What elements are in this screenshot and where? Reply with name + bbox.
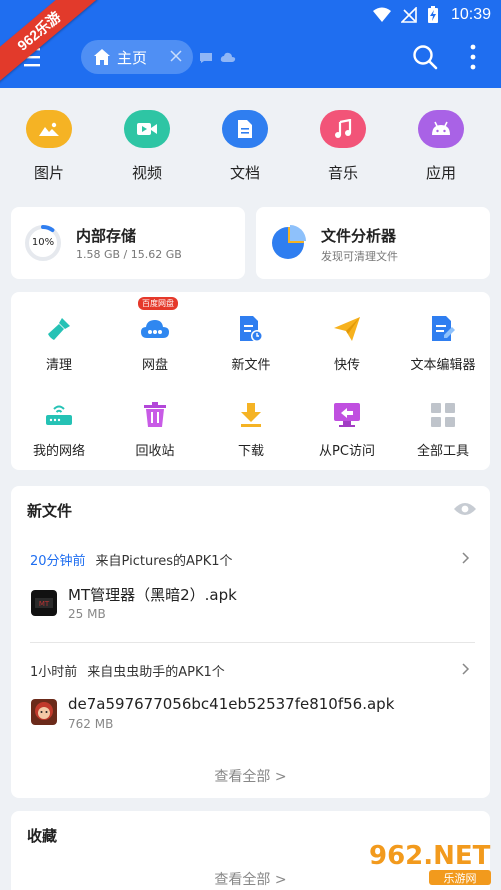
eye-icon[interactable] — [453, 501, 477, 517]
category-label: 图片 — [33, 164, 64, 182]
tool-download[interactable]: 下载 — [203, 400, 299, 459]
group-time: 20分钟前 — [30, 554, 86, 569]
new-file-icon — [236, 314, 266, 344]
download-icon — [236, 400, 266, 430]
close-icon[interactable] — [169, 49, 183, 63]
file-group-header[interactable]: 1小时前 来自虫虫助手的APK1个 — [30, 661, 225, 680]
pie-chart-icon — [272, 225, 306, 259]
image-icon — [26, 110, 72, 148]
tools-panel: 清理 网盘 百度网盘 新文件 快传 文本编辑器 我的网络 回收站 下载 从PC访… — [11, 292, 490, 470]
pc-access-icon — [332, 400, 362, 430]
view-all-new-files-link[interactable]: 查看全部 > — [11, 766, 490, 786]
file-name[interactable]: MT管理器（黑暗2）.apk — [68, 584, 237, 605]
cloud-drive-badge: 百度网盘 — [138, 297, 178, 310]
tool-label: 下载 — [237, 444, 264, 459]
file-group-header[interactable]: 20分钟前 来自Pictures的APK1个 — [30, 550, 233, 569]
android-icon — [418, 110, 464, 148]
tool-label: 从PC访问 — [319, 444, 375, 459]
search-icon[interactable] — [412, 44, 438, 70]
all-tools-icon — [428, 400, 458, 430]
category-label: 音乐 — [327, 164, 358, 182]
router-icon — [44, 400, 74, 430]
broom-icon — [44, 314, 74, 344]
watermark-sub: 乐游网 — [444, 872, 477, 885]
document-icon — [222, 110, 268, 148]
group-source: 来自Pictures的APK1个 — [95, 554, 233, 569]
tool-label: 快传 — [333, 358, 360, 373]
tool-label: 网盘 — [141, 358, 168, 373]
file-name[interactable]: de7a597677056bc41eb52537fe810f56.apk — [68, 695, 394, 713]
watermark-logo: 962.NET 乐游网 — [369, 841, 491, 885]
category-row: 图片 视频 文档 音乐 应用 — [0, 110, 501, 183]
send-icon — [332, 314, 362, 344]
tool-label: 回收站 — [135, 444, 175, 459]
apk-thumbnail — [31, 699, 57, 725]
signal-off-icon — [400, 7, 417, 23]
apk-thumbnail: MT — [31, 590, 57, 616]
chevron-right-icon[interactable] — [462, 663, 470, 675]
video-icon — [124, 110, 170, 148]
file-size: 25 MB — [68, 607, 106, 621]
tool-clean[interactable]: 清理 — [11, 314, 107, 373]
favorites-title: 收藏 — [27, 827, 58, 845]
tool-recycle-bin[interactable]: 回收站 — [107, 400, 203, 459]
divider — [30, 642, 475, 643]
storage-detail: 1.58 GB / 15.62 GB — [76, 248, 182, 261]
tool-text-editor[interactable]: 文本编辑器 — [395, 314, 491, 373]
tab-home-label: 主页 — [117, 48, 148, 67]
tool-cloud-drive[interactable]: 网盘 — [107, 314, 203, 373]
category-images[interactable]: 图片 — [0, 110, 98, 183]
tool-quick-send[interactable]: 快传 — [299, 314, 395, 373]
tool-my-network[interactable]: 我的网络 — [11, 400, 107, 459]
more-options-icon[interactable] — [468, 44, 478, 70]
group-source: 来自虫虫助手的APK1个 — [87, 665, 225, 680]
new-files-card: 新文件 20分钟前 来自Pictures的APK1个 MT MT管理器（黑暗2）.… — [11, 486, 490, 798]
category-label: 视频 — [131, 164, 162, 182]
trash-icon — [140, 400, 170, 430]
clock: 10:39 — [450, 6, 491, 23]
category-documents[interactable]: 文档 — [196, 110, 294, 183]
tool-label: 新文件 — [231, 358, 271, 373]
wifi-icon — [372, 7, 391, 22]
category-label: 文档 — [229, 164, 260, 182]
watermark-brand: 962.NET — [369, 841, 491, 871]
music-icon — [320, 110, 366, 148]
tool-label: 文本编辑器 — [410, 358, 476, 373]
cloud-drive-icon — [140, 314, 170, 344]
file-size: 762 MB — [68, 717, 114, 731]
tool-all-tools[interactable]: 全部工具 — [395, 400, 491, 459]
category-music[interactable]: 音乐 — [294, 110, 392, 183]
text-editor-icon — [428, 314, 458, 344]
tab-home[interactable]: 主页 — [81, 40, 193, 74]
message-icon[interactable] — [199, 52, 213, 64]
group-time: 1小时前 — [30, 665, 78, 680]
battery-charging-icon — [427, 6, 438, 23]
analyzer-subtitle: 发现可清理文件 — [321, 250, 398, 263]
cloud-icon[interactable] — [220, 52, 236, 63]
category-apps[interactable]: 应用 — [392, 110, 490, 183]
home-icon — [94, 49, 110, 65]
tool-pc-access[interactable]: 从PC访问 — [299, 400, 395, 459]
category-videos[interactable]: 视频 — [98, 110, 196, 183]
storage-percent: 10% — [31, 237, 55, 248]
tool-label: 我的网络 — [32, 444, 85, 459]
category-label: 应用 — [425, 164, 456, 182]
storage-title: 内部存储 — [76, 227, 137, 245]
internal-storage-card[interactable]: 10% 内部存储 1.58 GB / 15.62 GB — [11, 207, 245, 279]
tool-new-files[interactable]: 新文件 — [203, 314, 299, 373]
file-analyzer-card[interactable]: 文件分析器 发现可清理文件 — [256, 207, 490, 279]
new-files-title: 新文件 — [27, 502, 73, 520]
tool-label: 清理 — [45, 358, 72, 373]
chevron-right-icon[interactable] — [462, 552, 470, 564]
svg-text:MT: MT — [39, 600, 50, 608]
tool-label: 全部工具 — [416, 444, 469, 459]
analyzer-title: 文件分析器 — [321, 227, 397, 245]
status-bar: 10:39 — [372, 4, 491, 26]
